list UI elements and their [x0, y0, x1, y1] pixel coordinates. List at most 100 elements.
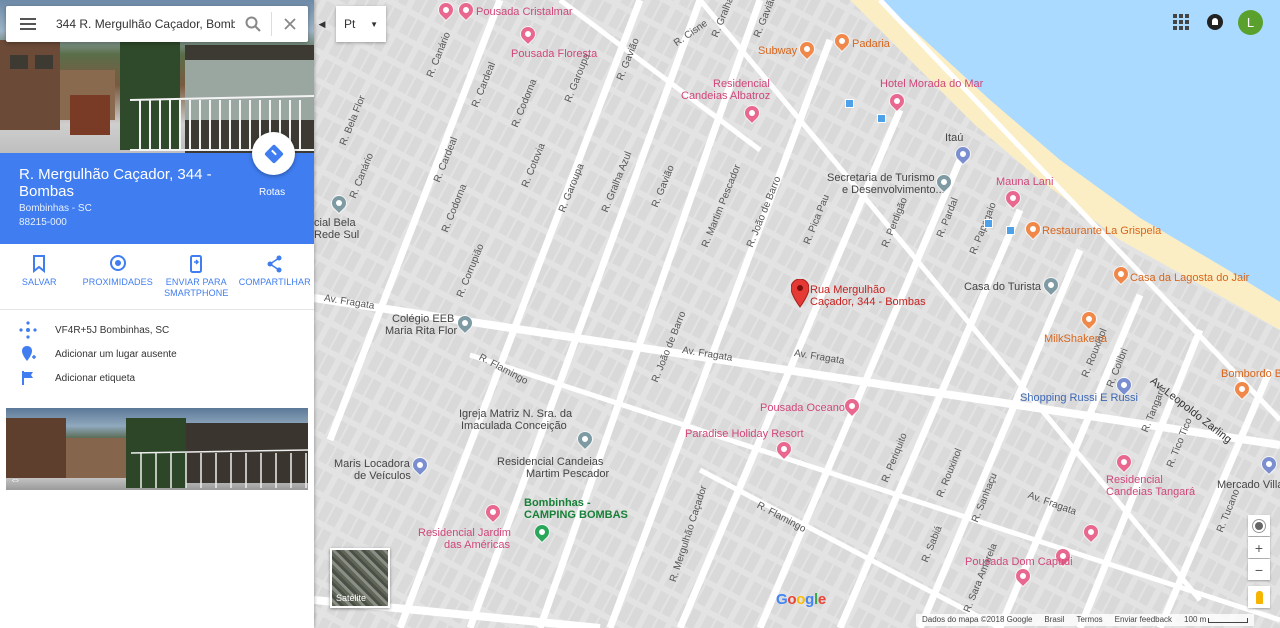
place-panel: R. Mergulhão Caçador, 344 - Bombas Bombi… [0, 0, 314, 628]
apps-grid-icon[interactable] [1173, 14, 1189, 30]
poi-label[interactable]: Mauna Lani [996, 176, 1054, 188]
app: R. Bela Flor R. Canário R. Canário R. Ca… [0, 0, 1280, 628]
poi-label[interactable]: de Veículos [354, 470, 411, 482]
poi-label[interactable]: Bombordo B [1221, 368, 1280, 380]
menu-button[interactable] [6, 6, 50, 42]
poi-label[interactable]: Residencial [1106, 474, 1163, 486]
poi-label[interactable]: Pousada Cristalmar [476, 6, 573, 18]
poi-label[interactable]: Pousada Floresta [511, 48, 597, 60]
location-marker-icon[interactable] [790, 278, 810, 308]
close-icon [284, 18, 296, 30]
plus-code-icon [18, 321, 38, 339]
poi-label[interactable]: Residencial Candeias [497, 456, 603, 468]
send-to-phone-label: ENVIAR PARA SMARTPHONE [164, 277, 229, 298]
add-place-icon [18, 345, 38, 363]
search-box [6, 6, 308, 42]
avatar[interactable]: L [1238, 10, 1263, 35]
bookmark-icon [32, 254, 46, 274]
send-to-phone-button[interactable]: ENVIAR PARA SMARTPHONE [160, 244, 232, 309]
panorama-icon: ⇔ [10, 474, 21, 486]
poi-label[interactable]: Casa da Lagosta do Jair [1130, 272, 1249, 284]
poi-label[interactable]: Mercado Villa [1217, 479, 1280, 491]
caret-down-icon: ▼ [370, 19, 378, 29]
poi-label[interactable]: Pousada Oceano [760, 402, 845, 414]
poi-label[interactable]: Residencial Jardim [418, 527, 511, 539]
poi-label[interactable]: e Desenvolvimento... [842, 184, 945, 196]
notifications-icon[interactable] [1207, 14, 1223, 30]
action-bar: SALVAR PROXIMIDADES ENVIAR PARA SMARTPHO… [0, 244, 314, 310]
poi-label[interactable]: Igreja Matriz N. Sra. da [459, 408, 572, 420]
poi-label[interactable]: Candeias Albatroz [681, 90, 770, 102]
poi-label[interactable]: Residencial [713, 78, 770, 90]
plus-code-row[interactable]: VF4R+5J Bombinhas, SC [0, 318, 314, 342]
search-button[interactable] [235, 6, 271, 42]
satellite-toggle[interactable]: Satélite [330, 548, 390, 608]
feedback-link[interactable]: Enviar feedback [1109, 614, 1178, 626]
collapse-panel-button[interactable]: ◀ [316, 16, 328, 32]
map-footer: Dados do mapa ©2018 Google Brasil Termos… [916, 614, 1255, 626]
country-link[interactable]: Brasil [1038, 614, 1070, 626]
poi-label[interactable]: Subway [758, 45, 797, 57]
poi-label[interactable]: Maris Locadora [334, 458, 410, 470]
language-value: Pt [344, 17, 356, 31]
add-place-text: Adicionar um lugar ausente [55, 348, 177, 360]
map-data-credit: Dados do mapa ©2018 Google [922, 615, 1033, 624]
poi-label[interactable]: Colégio EEB [392, 313, 454, 325]
poi-label[interactable]: Shopping Russi E Russi [1020, 392, 1138, 404]
pegman-icon[interactable] [1248, 586, 1270, 608]
add-label-text: Adicionar etiqueta [55, 372, 136, 384]
poi-label[interactable]: Padaria [852, 38, 890, 50]
chevron-left-icon: ◀ [318, 18, 326, 29]
poi-label[interactable]: Casa do Turista [964, 281, 1041, 293]
poi-label[interactable]: das Américas [444, 539, 510, 551]
clear-search-button[interactable] [272, 6, 308, 42]
bus-stop-icon[interactable] [877, 114, 886, 123]
place-title: R. Mergulhão Caçador, 344 - Bombas [19, 166, 212, 200]
add-label-row[interactable]: Adicionar etiqueta [0, 366, 314, 390]
language-select[interactable]: Pt ▼ [336, 6, 386, 42]
poi-label[interactable]: Secretaria de Turismo [827, 172, 935, 184]
save-button[interactable]: SALVAR [3, 244, 75, 309]
map-controls: + − [1248, 515, 1270, 608]
search-icon [245, 16, 261, 32]
marker-label-line2: Caçador, 344 - Bombas [810, 296, 926, 308]
my-location-icon [1255, 521, 1263, 530]
place-info-list: VF4R+5J Bombinhas, SC Adicionar um lugar… [0, 318, 314, 390]
poi-label[interactable]: Imaculada Conceição [461, 420, 567, 432]
bus-stop-icon[interactable] [984, 219, 993, 228]
poi-label[interactable]: MilkShakeria [1044, 333, 1107, 345]
place-city: Bombinhas - SC [19, 203, 92, 214]
scale-bar[interactable]: 100 m [1178, 614, 1254, 626]
nearby-icon [109, 254, 127, 274]
directions-icon [263, 143, 284, 164]
poi-label[interactable]: Paradise Holiday Resort [685, 428, 804, 440]
zoom-in-button[interactable]: + [1248, 537, 1270, 558]
street-view-thumbnail[interactable]: ⇔ [6, 408, 308, 490]
send-to-phone-icon [189, 254, 203, 274]
search-input[interactable] [50, 6, 235, 42]
bus-stop-icon[interactable] [1006, 226, 1015, 235]
poi-label[interactable]: Itaú [945, 132, 963, 144]
poi-label[interactable]: Pousada Dom Capudi [965, 556, 1073, 568]
nearby-button[interactable]: PROXIMIDADES [82, 244, 154, 309]
poi-label[interactable]: Candeias Tangará [1106, 486, 1195, 498]
poi-label[interactable]: Hotel Morada do Mar [880, 78, 983, 90]
zoom-out-button[interactable]: − [1248, 559, 1270, 580]
poi-label[interactable]: Maria Rita Flor [385, 325, 457, 337]
share-icon [267, 254, 283, 274]
add-place-row[interactable]: Adicionar um lugar ausente [0, 342, 314, 366]
poi-label[interactable]: Restaurante La Grispela [1042, 225, 1161, 237]
poi-label[interactable]: cial Bela [314, 217, 356, 229]
terms-link[interactable]: Termos [1070, 614, 1108, 626]
share-button[interactable]: COMPARTILHAR [239, 244, 311, 309]
my-location-button[interactable] [1248, 515, 1270, 536]
save-label: SALVAR [21, 277, 57, 287]
poi-label[interactable]: Rede Sul [314, 229, 359, 241]
bus-stop-icon[interactable] [845, 99, 854, 108]
poi-label[interactable]: Martim Pescador [526, 468, 609, 480]
poi-label[interactable]: Bombinhas - [524, 497, 591, 509]
hamburger-icon [20, 23, 36, 25]
directions-button[interactable] [252, 132, 295, 175]
plus-code-text: VF4R+5J Bombinhas, SC [55, 324, 170, 336]
poi-label[interactable]: CAMPING BOMBAS [524, 509, 628, 521]
